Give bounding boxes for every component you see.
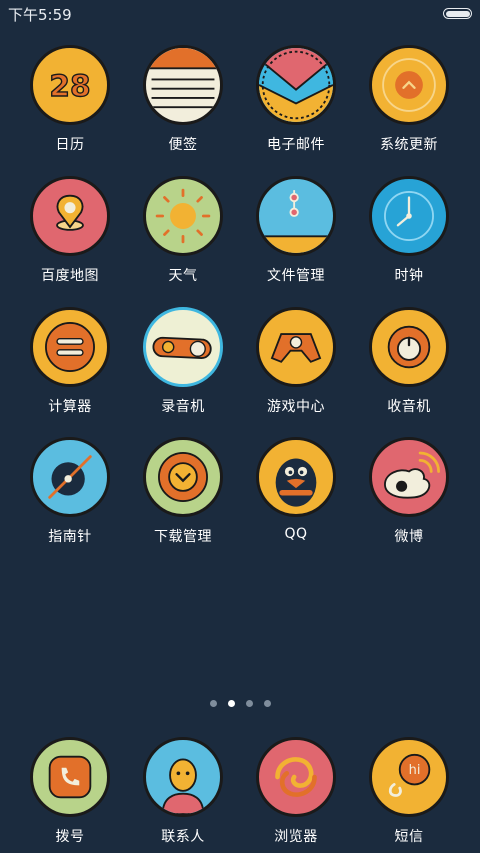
app-label: 系统更新 xyxy=(380,137,438,153)
app-file-manager[interactable]: 文件管理 xyxy=(240,176,352,285)
dock-app-messages[interactable]: hi 短信 xyxy=(353,737,465,846)
browser-swirl-icon xyxy=(256,737,336,817)
clock-icon xyxy=(369,176,449,256)
map-pin-icon xyxy=(30,176,110,256)
calendar-date: 28 xyxy=(49,69,90,103)
app-download-manager[interactable]: 下载管理 xyxy=(127,437,239,546)
phone-icon xyxy=(30,737,110,817)
page-indicator[interactable] xyxy=(0,700,480,712)
app-baidu-map[interactable]: 百度地图 xyxy=(14,176,126,285)
app-system-update[interactable]: 系统更新 xyxy=(353,45,465,154)
app-clock[interactable]: 时钟 xyxy=(353,176,465,285)
email-icon xyxy=(256,45,336,125)
app-label: 短信 xyxy=(394,829,424,845)
system-update-icon xyxy=(369,45,449,125)
page-dot[interactable] xyxy=(209,700,217,707)
app-label: 计算器 xyxy=(48,399,92,415)
app-compass[interactable]: 指南针 xyxy=(14,437,126,546)
app-label: 联系人 xyxy=(161,829,205,845)
download-icon xyxy=(143,437,223,517)
app-calculator[interactable]: 计算器 xyxy=(14,307,126,416)
app-calendar[interactable]: 28 日历 xyxy=(14,45,126,154)
dock-app-contacts[interactable]: 联系人 xyxy=(127,737,239,846)
app-label: 天气 xyxy=(168,268,198,284)
app-label: 拨号 xyxy=(55,829,85,845)
app-label: 录音机 xyxy=(161,399,205,415)
app-recorder[interactable]: 录音机 xyxy=(127,307,239,416)
app-label: 浏览器 xyxy=(274,829,318,845)
compass-icon xyxy=(30,437,110,517)
dock-app-browser[interactable]: 浏览器 xyxy=(240,737,352,846)
app-label: 微博 xyxy=(394,529,424,545)
weibo-icon xyxy=(369,437,449,517)
page-dot[interactable] xyxy=(263,700,271,707)
app-notes[interactable]: 便签 xyxy=(127,45,239,154)
app-label: 时钟 xyxy=(394,268,424,284)
app-weibo[interactable]: 微博 xyxy=(353,437,465,546)
app-qq[interactable]: QQ xyxy=(240,437,352,542)
app-radio[interactable]: 收音机 xyxy=(353,307,465,416)
app-label: 日历 xyxy=(55,137,85,153)
radio-knob-icon xyxy=(369,307,449,387)
home-screen-grid: 28 日历 便签 电子邮件 系统更新 百度地图 天气 文件管理 时钟 计算器 录… xyxy=(0,0,480,853)
app-label: 百度地图 xyxy=(41,268,99,284)
app-label: 下载管理 xyxy=(154,529,212,545)
app-label: 游戏中心 xyxy=(267,399,325,415)
dock-app-phone[interactable]: 拨号 xyxy=(14,737,126,846)
app-label: 电子邮件 xyxy=(267,137,325,153)
app-label: QQ xyxy=(284,526,308,542)
app-label: 文件管理 xyxy=(267,268,325,284)
page-dot[interactable] xyxy=(245,700,253,707)
calendar-icon: 28 xyxy=(30,45,110,125)
app-email[interactable]: 电子邮件 xyxy=(240,45,352,154)
contact-person-icon xyxy=(143,737,223,817)
gamepad-icon xyxy=(256,307,336,387)
message-bubble-icon: hi xyxy=(369,737,449,817)
message-hi-text: hi xyxy=(409,763,421,778)
page-dot-active[interactable] xyxy=(227,700,235,707)
app-weather[interactable]: 天气 xyxy=(127,176,239,285)
calculator-icon xyxy=(30,307,110,387)
qq-penguin-icon xyxy=(256,437,336,517)
app-label: 收音机 xyxy=(387,399,431,415)
notes-icon xyxy=(143,45,223,125)
app-label: 指南针 xyxy=(48,529,92,545)
sun-icon xyxy=(143,176,223,256)
recorder-icon xyxy=(143,307,223,387)
file-manager-icon xyxy=(256,176,336,256)
app-game-center[interactable]: 游戏中心 xyxy=(240,307,352,416)
app-label: 便签 xyxy=(168,137,198,153)
